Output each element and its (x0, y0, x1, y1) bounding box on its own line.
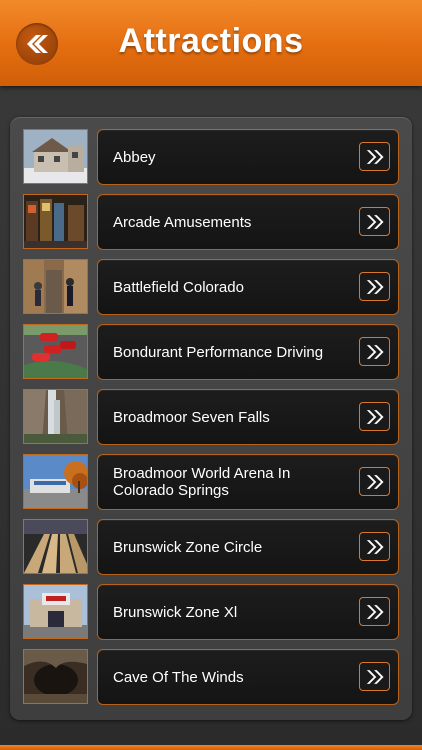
list-item[interactable]: Broadmoor World Arena In Colorado Spring… (10, 454, 412, 510)
open-button[interactable] (359, 272, 390, 301)
list-item[interactable]: Brunswick Zone Circle (10, 519, 412, 575)
open-button[interactable] (359, 337, 390, 366)
list-item[interactable]: Arcade Amusements (10, 194, 412, 250)
open-button[interactable] (359, 142, 390, 171)
double-chevron-right-icon (364, 473, 386, 491)
list-item[interactable]: Battlefield Colorado (10, 259, 412, 315)
attractions-list: Abbey Arcade Amusements Battlefield Colo… (10, 117, 412, 720)
page-title: Attractions (118, 22, 304, 60)
thumbnail-image (23, 519, 88, 574)
thumbnail-image (23, 649, 88, 704)
thumbnail-image (23, 584, 88, 639)
thumbnail-image (23, 324, 88, 379)
double-chevron-right-icon (364, 148, 386, 166)
list-item-label: Cave Of The Winds (113, 668, 244, 686)
double-chevron-right-icon (364, 408, 386, 426)
double-chevron-right-icon (364, 213, 386, 231)
list-item-label: Arcade Amusements (113, 213, 252, 231)
double-chevron-right-icon (364, 343, 386, 361)
double-chevron-right-icon (364, 538, 386, 556)
list-item[interactable]: Broadmoor Seven Falls (10, 389, 412, 445)
open-button[interactable] (359, 467, 390, 496)
double-chevron-right-icon (364, 278, 386, 296)
double-chevron-right-icon (364, 603, 386, 621)
double-chevron-right-icon (364, 668, 386, 686)
list-item[interactable]: Cave Of The Winds (10, 649, 412, 705)
open-button[interactable] (359, 662, 390, 691)
open-button[interactable] (359, 402, 390, 431)
list-item-label: Battlefield Colorado (113, 278, 244, 296)
thumbnail-image (23, 129, 88, 184)
open-button[interactable] (359, 207, 390, 236)
open-button[interactable] (359, 532, 390, 561)
list-item-label: Bondurant Performance Driving (113, 343, 324, 361)
list-item-label: Broadmoor World Arena In Colorado Spring… (113, 465, 291, 499)
list-item-label: Brunswick Zone Xl (113, 603, 238, 621)
list-item[interactable]: Abbey (10, 129, 412, 185)
footer-bar (0, 745, 422, 750)
thumbnail-image (23, 454, 88, 509)
open-button[interactable] (359, 597, 390, 626)
thumbnail-image (23, 259, 88, 314)
list-item-label: Broadmoor Seven Falls (113, 408, 270, 426)
header-bar: Attractions (0, 0, 422, 86)
list-item[interactable]: Bondurant Performance Driving (10, 324, 412, 380)
list-item-label: Brunswick Zone Circle (113, 538, 263, 556)
thumbnail-image (23, 194, 88, 249)
thumbnail-image (23, 389, 88, 444)
list-item-label: Abbey (113, 148, 156, 166)
list-item[interactable]: Brunswick Zone Xl (10, 584, 412, 640)
